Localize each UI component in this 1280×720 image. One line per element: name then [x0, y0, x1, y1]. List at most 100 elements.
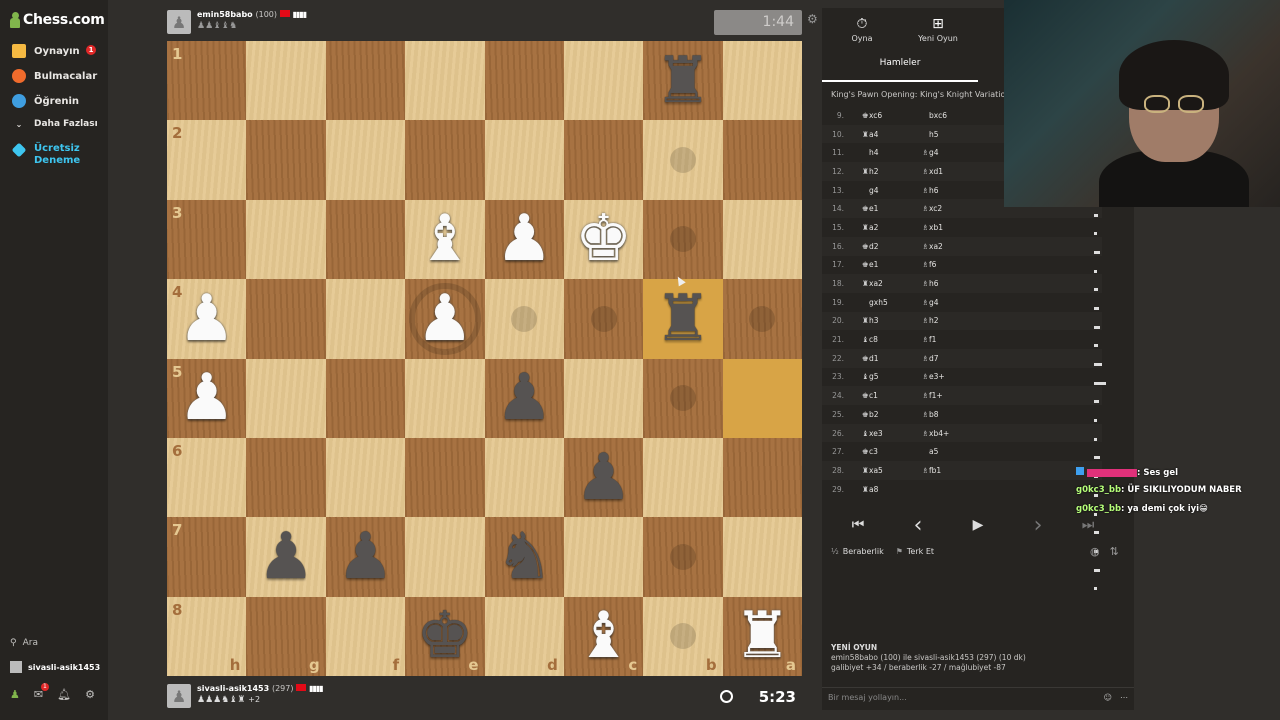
- chess-board[interactable]: 1 ♜ 2 3 ♝ ♟ ♚ 4 ♟ ♟ ♜ 5 ♟ ♟ 6 ♟ 7 ♟ ♟ ♞ 8 h g f e ♚ d c ♝ b a ♜: [167, 41, 802, 676]
- square-h2[interactable]: 2: [167, 120, 247, 200]
- bell-icon[interactable]: 🔔︎: [57, 688, 71, 701]
- message-input-placeholder[interactable]: Bir mesaj yollayın...: [828, 693, 907, 705]
- white-move[interactable]: ♜xa2: [862, 279, 922, 288]
- player-username[interactable]: sivasli-asik1453: [197, 684, 269, 693]
- white-piece-a8[interactable]: ♜: [723, 597, 802, 676]
- square-a2[interactable]: [722, 120, 802, 200]
- black-move[interactable]: ♗h2: [922, 316, 982, 325]
- square-g8[interactable]: g: [246, 596, 326, 676]
- square-d3[interactable]: ♟: [484, 199, 564, 280]
- black-piece-d5[interactable]: ♟: [485, 359, 564, 438]
- square-b2[interactable]: [643, 120, 723, 200]
- opponent-username[interactable]: emin58babo: [197, 10, 253, 19]
- black-move[interactable]: ♗f1+: [922, 391, 982, 400]
- black-move[interactable]: ♗xb4+: [922, 429, 982, 438]
- gear-icon[interactable]: ⚙: [85, 688, 95, 701]
- white-piece-d3[interactable]: ♟: [485, 200, 564, 279]
- draw-button[interactable]: ½ Beraberlik: [831, 547, 884, 556]
- resign-button[interactable]: ⚑ Terk Et: [896, 547, 934, 556]
- black-move[interactable]: ♗b8: [922, 410, 982, 419]
- white-move[interactable]: ♚e1: [862, 260, 922, 269]
- white-move[interactable]: ♚e1: [862, 204, 922, 213]
- move-hint-dot[interactable]: [590, 305, 617, 332]
- white-move[interactable]: g4: [862, 186, 922, 195]
- square-g4[interactable]: [246, 279, 326, 359]
- square-g3[interactable]: [246, 199, 326, 280]
- square-c7[interactable]: [563, 517, 644, 597]
- black-move[interactable]: ♗fb1: [922, 466, 982, 475]
- move-hint-dot[interactable]: [669, 226, 696, 253]
- square-f7[interactable]: ♟: [325, 517, 406, 597]
- black-piece-g7[interactable]: ♟: [246, 517, 325, 596]
- black-move[interactable]: ♗xa2: [922, 242, 982, 251]
- black-move[interactable]: a5: [922, 447, 982, 456]
- move-hint-dot[interactable]: [511, 305, 538, 332]
- square-a1[interactable]: [722, 41, 802, 121]
- black-piece-f7[interactable]: ♟: [326, 517, 405, 596]
- emoji-icon[interactable]: ☺: [1104, 693, 1112, 705]
- square-b6[interactable]: [643, 437, 723, 518]
- square-a8[interactable]: a ♜: [722, 596, 802, 676]
- white-move[interactable]: ♚d1: [862, 354, 922, 363]
- square-d6[interactable]: [484, 437, 564, 518]
- square-b4[interactable]: ♜: [643, 279, 723, 359]
- sidebar-item-learn[interactable]: Öğrenin: [12, 94, 106, 108]
- square-f1[interactable]: [325, 41, 406, 121]
- sidebar-item-puzzles[interactable]: Bulmacalar: [12, 69, 106, 83]
- black-move[interactable]: ♗xc2: [922, 204, 982, 213]
- square-c3[interactable]: ♚: [563, 199, 644, 280]
- square-h7[interactable]: 7: [167, 517, 247, 597]
- square-f3[interactable]: [325, 199, 406, 280]
- square-b8[interactable]: b: [643, 596, 723, 676]
- square-b5[interactable]: [643, 358, 723, 438]
- black-move[interactable]: ♗h6: [922, 279, 982, 288]
- square-b1[interactable]: ♜: [643, 41, 723, 121]
- tab-moves[interactable]: Hamleler: [822, 54, 978, 82]
- square-e7[interactable]: [405, 517, 485, 597]
- square-e5[interactable]: [405, 358, 485, 438]
- square-b7[interactable]: [643, 517, 723, 597]
- flip-board-icon[interactable]: ⇅: [1110, 545, 1119, 558]
- chat-message-box[interactable]: Bir mesaj yollayın... ☺ ⋯: [822, 687, 1134, 710]
- black-piece-e8[interactable]: ♚: [405, 597, 484, 676]
- black-move[interactable]: h5: [922, 130, 982, 139]
- black-piece-c6[interactable]: ♟: [564, 438, 643, 517]
- square-h6[interactable]: 6: [167, 437, 247, 518]
- square-c4[interactable]: [563, 279, 644, 359]
- black-move[interactable]: ♗xb1: [922, 223, 982, 232]
- square-f4[interactable]: [325, 279, 406, 359]
- sidebar-item-play[interactable]: Oynayın 1: [12, 44, 106, 58]
- square-g2[interactable]: [246, 120, 326, 200]
- messages-icon[interactable]: ✉ 1: [34, 683, 49, 701]
- square-c2[interactable]: [563, 120, 644, 200]
- sidebar-item-free-trial[interactable]: Ücretsiz Deneme: [11, 142, 106, 167]
- square-e8[interactable]: e ♚: [405, 596, 485, 676]
- next-move-button[interactable]: ›: [1008, 511, 1068, 539]
- white-move[interactable]: ♚c3: [862, 447, 922, 456]
- tab-new-game[interactable]: ⊞ Yeni Oyun: [918, 16, 958, 43]
- opponent-avatar[interactable]: ♟: [167, 10, 191, 34]
- black-move[interactable]: bxc6: [922, 111, 982, 120]
- square-h1[interactable]: 1: [167, 41, 247, 121]
- analysis-icon[interactable]: ◍: [1090, 545, 1100, 558]
- square-a7[interactable]: [722, 517, 802, 597]
- square-c1[interactable]: [563, 41, 644, 121]
- move-hint-dot[interactable]: [669, 385, 696, 412]
- square-c8[interactable]: c ♝: [563, 596, 644, 676]
- square-e6[interactable]: [405, 437, 485, 518]
- white-move[interactable]: ♚d2: [862, 242, 922, 251]
- square-d8[interactable]: d: [484, 596, 564, 676]
- square-e4[interactable]: ♟: [405, 279, 485, 359]
- white-move[interactable]: ♜h3: [862, 316, 922, 325]
- black-piece-b1[interactable]: ♜: [643, 41, 722, 120]
- sidebar-item-more[interactable]: ⌄ Daha Fazlası: [12, 119, 106, 129]
- white-piece-c3[interactable]: ♚: [564, 200, 643, 279]
- white-move[interactable]: ♚c1: [862, 391, 922, 400]
- square-a4[interactable]: [722, 279, 802, 359]
- white-move[interactable]: h4: [862, 148, 922, 157]
- white-move[interactable]: ♚xc6: [862, 111, 922, 120]
- square-h3[interactable]: 3: [167, 199, 247, 280]
- square-a5[interactable]: [722, 358, 802, 438]
- black-move[interactable]: ♗e3+: [922, 372, 982, 381]
- white-move[interactable]: ♜a4: [862, 130, 922, 139]
